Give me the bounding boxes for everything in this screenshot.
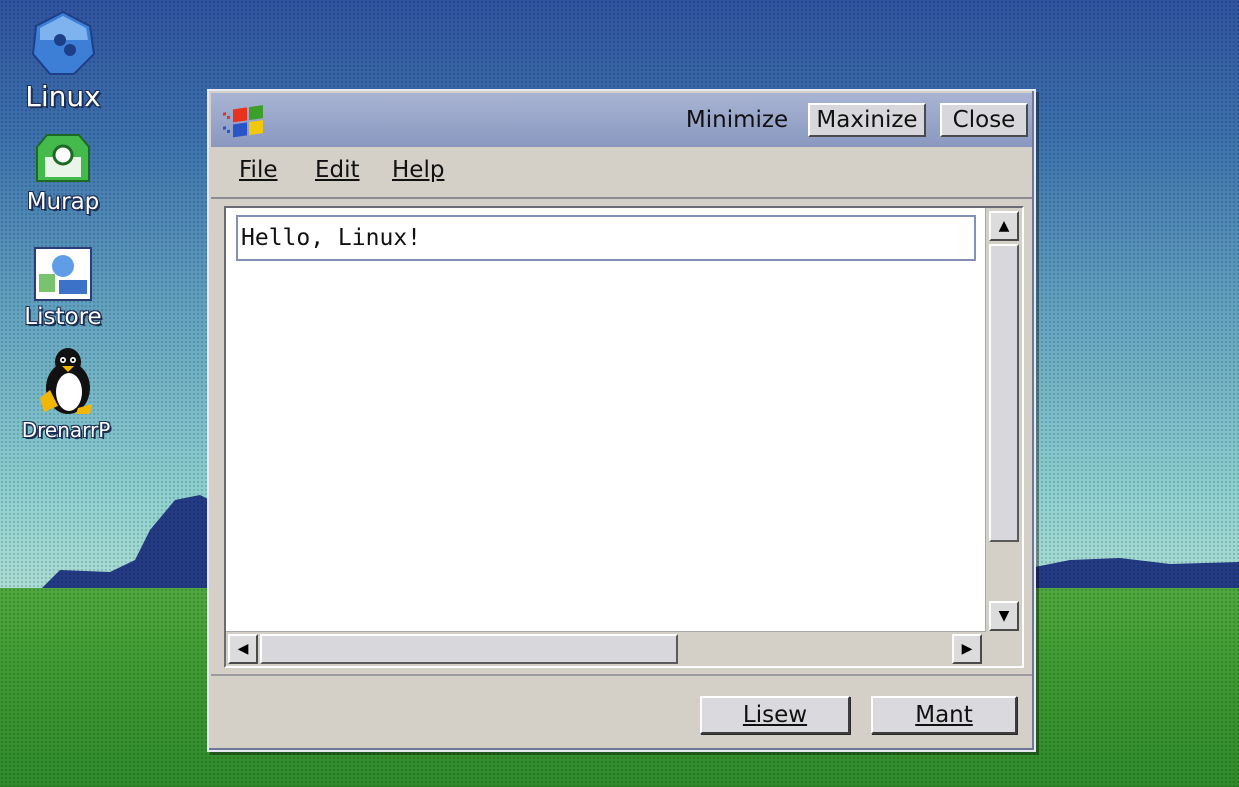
title-bar[interactable]: Minimize Maxinize Close	[211, 93, 1032, 147]
scroll-up-button[interactable]: ▲	[989, 211, 1019, 241]
minimize-button[interactable]: Minimize	[685, 103, 789, 137]
menu-file[interactable]: File	[239, 157, 278, 183]
windows-logo-icon	[223, 105, 263, 138]
close-button[interactable]: Close	[940, 103, 1028, 137]
scroll-left-button[interactable]: ◀	[228, 634, 258, 664]
scrollbar-corner	[986, 632, 1022, 666]
lisew-label: Lisew	[742, 702, 808, 728]
app-window: Minimize Maxinize Close File Edit Help H…	[207, 89, 1036, 752]
menu-edit[interactable]: Edit	[315, 157, 360, 183]
close-label: Close	[952, 107, 1016, 133]
mountain-left	[40, 495, 230, 600]
desktop-icon-label: DrenarrP	[21, 418, 111, 442]
footer-divider	[211, 674, 1032, 676]
desktop-icon-listore[interactable]: Listore	[13, 246, 113, 330]
linux-orb-icon	[31, 10, 96, 75]
desktop-icon-drenarrp[interactable]: DrenarrP	[16, 346, 116, 442]
green-package-icon	[36, 134, 90, 182]
minimize-label: Minimize	[685, 107, 789, 133]
maximize-label: Maxinize	[816, 107, 918, 133]
maximize-button[interactable]: Maxinize	[808, 103, 926, 137]
listore-app-icon	[34, 247, 92, 301]
scroll-right-button[interactable]: ▶	[952, 634, 982, 664]
text-editor-area[interactable]: Hello, Linux! ▲ ▼ ◀ ▶	[224, 206, 1024, 668]
tux-penguin-icon	[40, 348, 92, 414]
editor-text: Hello, Linux!	[241, 225, 422, 251]
horizontal-scrollbar[interactable]: ◀ ▶	[226, 631, 986, 666]
menu-bar: File Edit Help	[211, 147, 1032, 199]
lisew-button[interactable]: Lisew	[700, 696, 850, 734]
mant-button[interactable]: Mant	[871, 696, 1017, 734]
scroll-down-button[interactable]: ▼	[989, 601, 1019, 631]
desktop-icon-linux[interactable]: Linux	[13, 10, 113, 113]
desktop-icon-label: Murap	[26, 189, 100, 215]
desktop-icon-label: Linux	[25, 80, 101, 113]
arrow-right-icon: ▶	[961, 641, 973, 657]
menu-help[interactable]: Help	[392, 157, 444, 183]
arrow-left-icon: ◀	[237, 641, 249, 657]
desktop-icon-murap[interactable]: Murap	[13, 133, 113, 215]
desktop-icon-label: Listore	[24, 304, 102, 330]
arrow-up-icon: ▲	[998, 218, 1010, 234]
mant-label: Mant	[915, 702, 973, 728]
arrow-down-icon: ▼	[998, 608, 1010, 624]
vertical-scrollbar[interactable]: ▲ ▼	[985, 208, 1022, 634]
vertical-scroll-thumb[interactable]	[989, 244, 1019, 542]
text-input-line[interactable]: Hello, Linux!	[236, 215, 976, 261]
horizontal-scroll-thumb[interactable]	[260, 634, 678, 664]
